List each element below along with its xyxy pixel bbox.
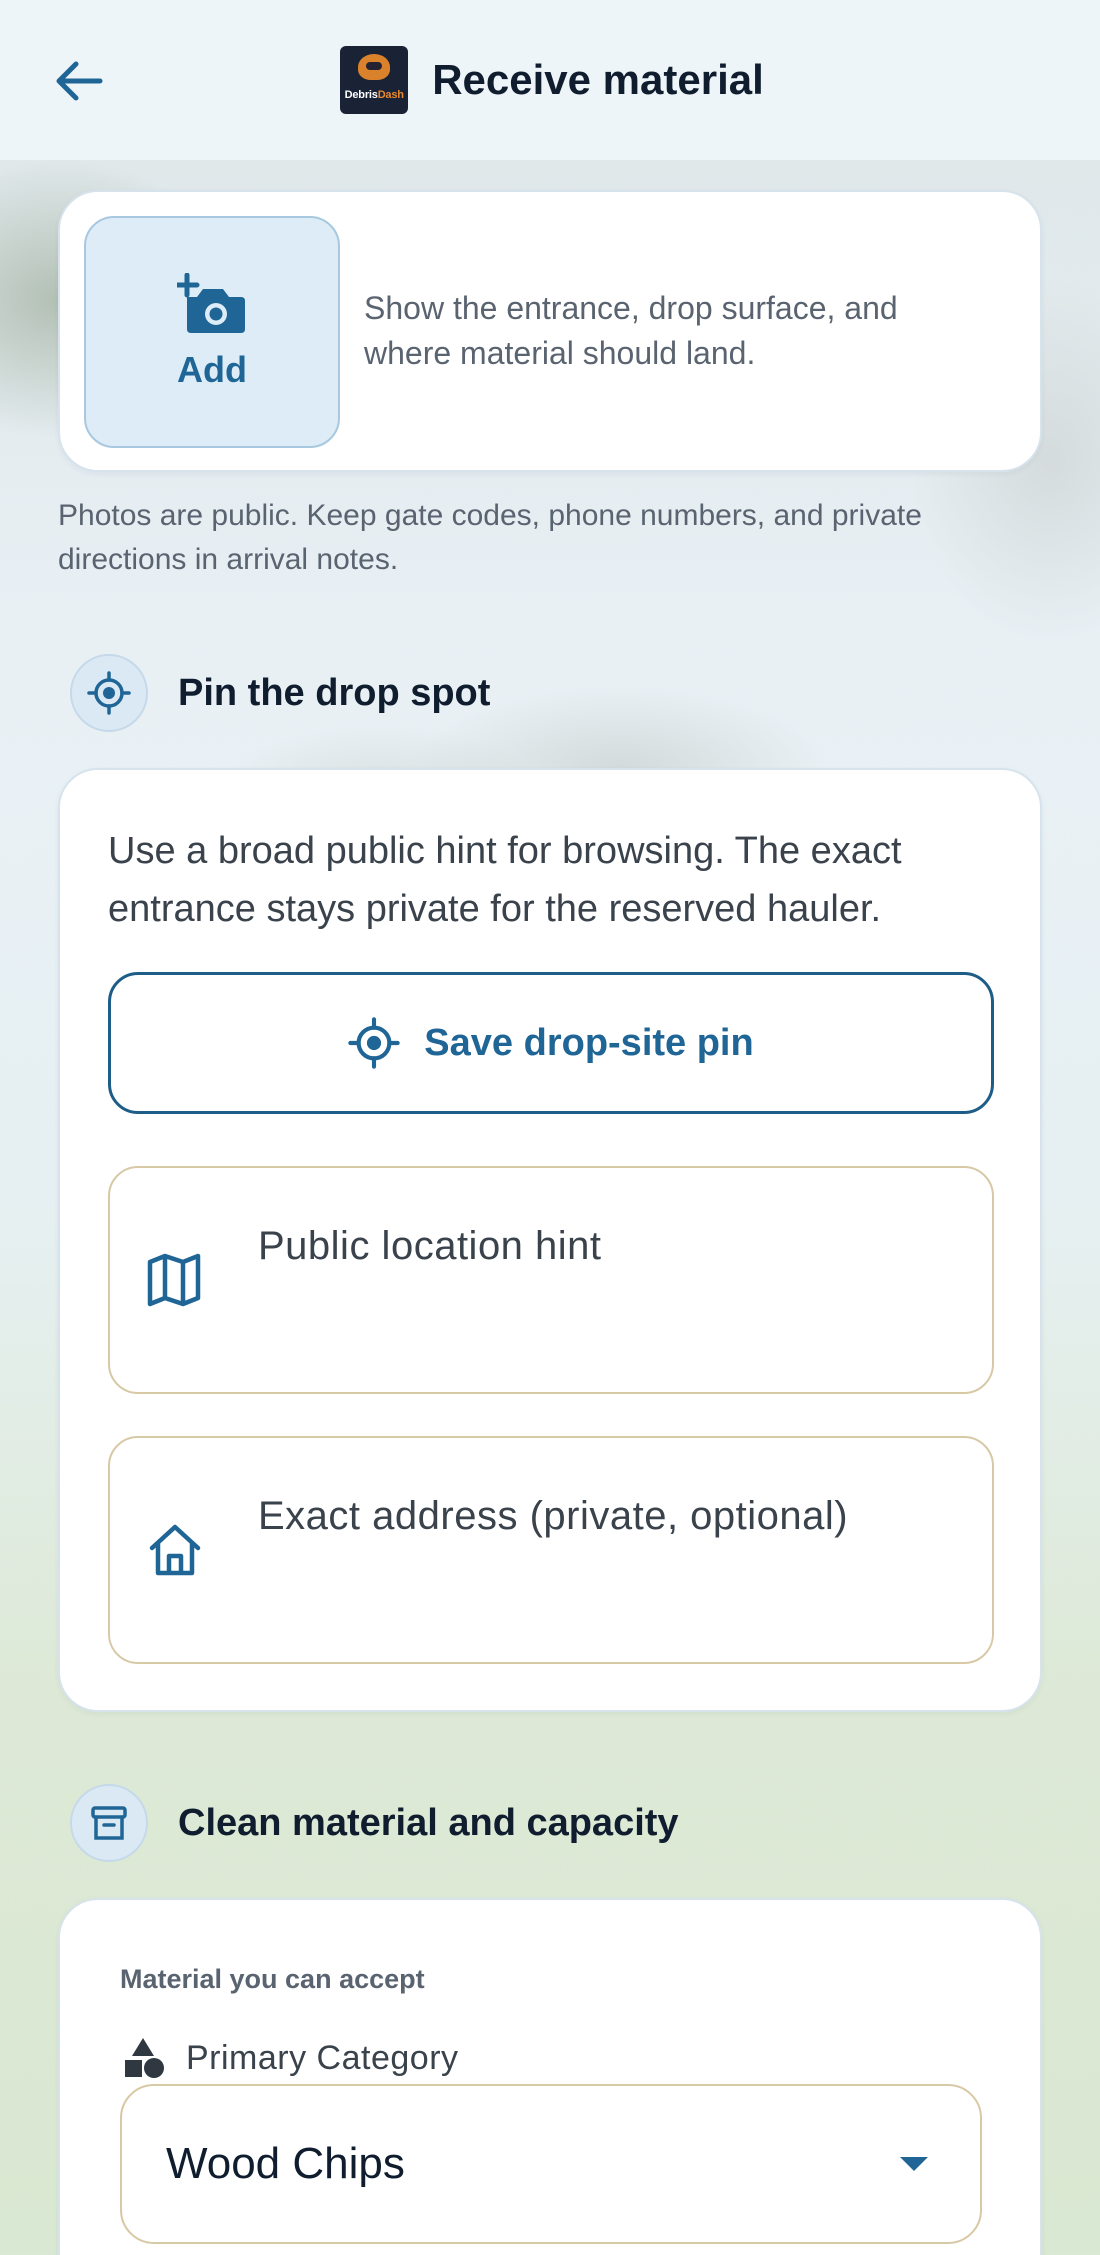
- pin-section-title: Pin the drop spot: [178, 671, 491, 714]
- material-sublabel: Material you can accept: [120, 1964, 425, 1994]
- chevron-down-icon: [900, 2157, 928, 2171]
- add-photo-button[interactable]: Add: [84, 216, 340, 448]
- add-photo-label: Add: [177, 349, 247, 390]
- pin-description: Use a broad public hint for browsing. Th…: [108, 830, 902, 930]
- material-section-header: Clean material and capacity: [70, 1784, 679, 1862]
- photo-hint-text: Show the entrance, drop surface, and whe…: [364, 290, 898, 371]
- back-button[interactable]: [44, 46, 114, 116]
- primary-category-select[interactable]: Wood Chips: [120, 2084, 982, 2244]
- photos-public-note: Photos are public. Keep gate codes, phon…: [58, 499, 922, 576]
- pin-card: Use a broad public hint for browsing. Th…: [58, 768, 1042, 1712]
- save-drop-site-pin-button[interactable]: Save drop-site pin: [108, 972, 994, 1114]
- map-icon: [147, 1253, 201, 1307]
- arrow-left-icon: [56, 61, 103, 101]
- public-location-hint-placeholder: Public location hint: [258, 1224, 602, 1268]
- archive-icon: [70, 1784, 148, 1862]
- app-logo: DebrisDash: [340, 46, 409, 114]
- target-icon: [348, 1017, 401, 1069]
- target-icon: [70, 654, 148, 732]
- shapes-icon: [125, 2038, 164, 2078]
- save-pin-label: Save drop-site pin: [424, 1021, 754, 1064]
- exact-address-field[interactable]: Exact address (private, optional): [108, 1436, 994, 1664]
- public-location-hint-field[interactable]: Public location hint: [108, 1166, 994, 1394]
- photos-card: Add Show the entrance, drop surface, and…: [58, 190, 1042, 472]
- add-camera-icon: [177, 273, 245, 333]
- material-card: Material you can accept Primary Category…: [58, 1898, 1042, 2255]
- app-header: DebrisDash Receive material: [0, 0, 1100, 160]
- material-section-title: Clean material and capacity: [178, 1801, 679, 1844]
- page-title: Receive material: [432, 56, 764, 103]
- primary-category-label: Primary Category: [186, 2038, 459, 2077]
- category-label-row: Primary Category: [122, 2036, 459, 2080]
- primary-category-value: Wood Chips: [166, 2139, 405, 2188]
- home-icon: [149, 1524, 201, 1576]
- pin-section-header: Pin the drop spot: [70, 654, 490, 732]
- exact-address-placeholder: Exact address (private, optional): [258, 1494, 849, 1538]
